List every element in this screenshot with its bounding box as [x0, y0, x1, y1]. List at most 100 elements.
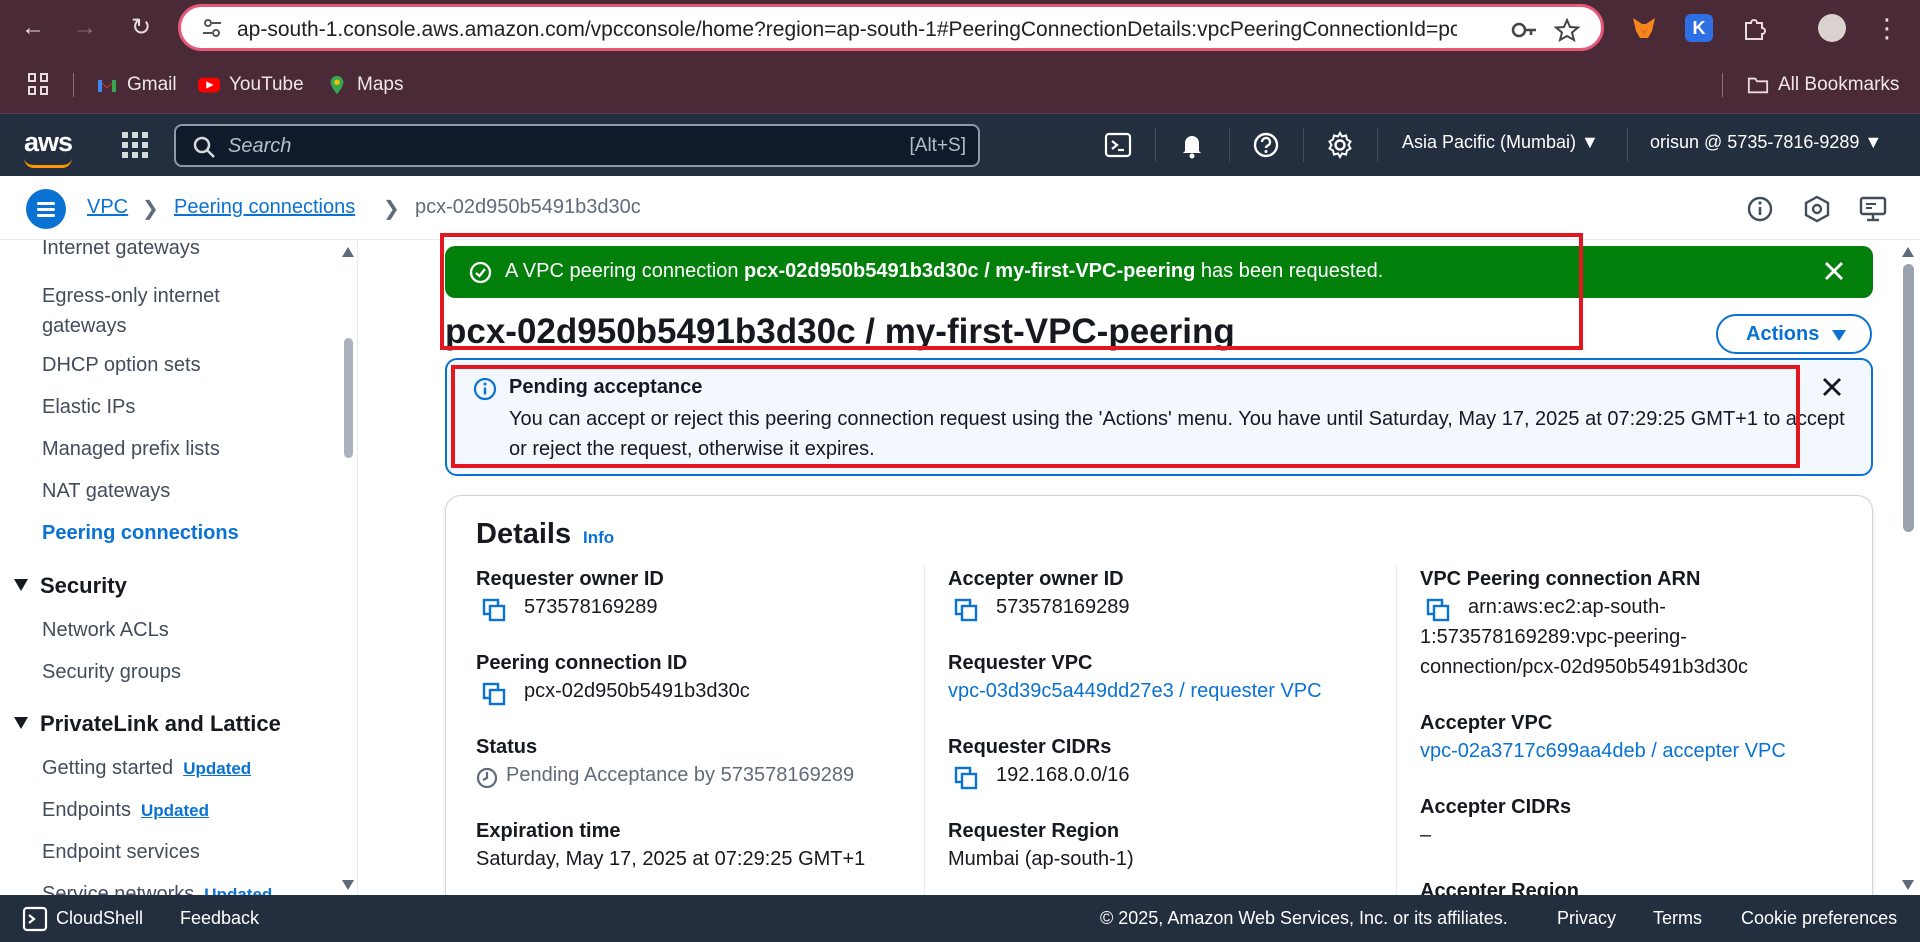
all-bookmarks[interactable]: All Bookmarks: [1747, 71, 1899, 99]
youtube-icon: [198, 77, 220, 93]
details-heading: Details: [476, 518, 572, 550]
chevron-right-icon: ❯: [383, 198, 400, 220]
expiration-time-label: Expiration time: [476, 820, 621, 842]
copy-icon[interactable]: [954, 766, 978, 790]
requester-vpc-link[interactable]: vpc-03d39c5a449dd27e3 / requester VPC: [948, 676, 1322, 706]
profile-avatar[interactable]: [1818, 14, 1846, 42]
updated-badge[interactable]: Updated: [141, 801, 209, 820]
side-nav-toggle-icon[interactable]: [26, 189, 66, 229]
sidebar-item-managed-prefix-lists[interactable]: Managed prefix lists: [42, 434, 220, 464]
sidebar-scrollbar[interactable]: [344, 338, 353, 458]
sidebar-item-egress-only-internet-gateways[interactable]: Egress-only internet gateways: [42, 281, 292, 341]
page-scroll-down-icon[interactable]: [1902, 880, 1914, 890]
search-box[interactable]: [Alt+S]: [174, 124, 980, 167]
page-scrollbar[interactable]: [1903, 264, 1914, 532]
requester-owner-id-value: 573578169289: [524, 596, 658, 618]
accepter-vpc-label: Accepter VPC: [1420, 712, 1553, 734]
all-bookmarks-label: All Bookmarks: [1778, 74, 1900, 95]
sidebar-item-endpoints[interactable]: Endpoints Updated: [42, 795, 209, 826]
sidebar-section-security[interactable]: Security: [14, 573, 127, 599]
actions-button[interactable]: Actions: [1716, 314, 1872, 354]
sidebar-scroll-up-icon[interactable]: [342, 247, 354, 257]
sidebar-item-dhcp-option-sets[interactable]: DHCP option sets: [42, 350, 201, 380]
info-panel-icon[interactable]: [1745, 194, 1775, 224]
sidebar-item-nat-gateways[interactable]: NAT gateways: [42, 476, 170, 506]
browser-menu-icon[interactable]: ⋮: [1872, 13, 1902, 43]
sidebar-item-network-acls[interactable]: Network ACLs: [42, 615, 169, 645]
aws-smile-icon: [24, 158, 72, 168]
copy-icon[interactable]: [1426, 598, 1450, 622]
monitor-feedback-icon[interactable]: [1858, 194, 1888, 224]
sidebar-item-security-groups[interactable]: Security groups: [42, 657, 181, 687]
footer-cookie-preferences[interactable]: Cookie preferences: [1741, 908, 1897, 929]
apps-grid-icon[interactable]: [28, 73, 50, 95]
footer-feedback[interactable]: Feedback: [180, 908, 259, 929]
bookmark-star-icon[interactable]: [1554, 18, 1580, 42]
sidebar-item-internet-gateways[interactable]: Internet gateways: [42, 240, 200, 263]
sidebar-item-peering-connections[interactable]: Peering connections: [42, 518, 239, 548]
nav-divider: [1377, 128, 1378, 162]
footer-terms[interactable]: Terms: [1653, 908, 1702, 929]
caret-down-icon: [14, 717, 28, 729]
site-info-icon[interactable]: [201, 17, 223, 39]
back-icon[interactable]: ←: [18, 13, 48, 43]
updated-badge[interactable]: Updated: [183, 759, 251, 778]
address-bar[interactable]: ap-south-1.console.aws.amazon.com/vpccon…: [178, 4, 1604, 51]
password-key-icon[interactable]: [1511, 18, 1537, 42]
close-icon[interactable]: [1821, 376, 1843, 398]
chevron-right-icon: ❯: [142, 198, 159, 220]
security-shield-icon[interactable]: [1802, 194, 1832, 224]
close-icon[interactable]: [1823, 260, 1845, 282]
aws-logo[interactable]: aws: [24, 127, 73, 168]
footer-privacy[interactable]: Privacy: [1557, 908, 1616, 929]
help-icon[interactable]: [1251, 130, 1281, 160]
details-info-link[interactable]: Info: [583, 528, 614, 548]
forward-icon[interactable]: →: [70, 13, 100, 43]
updated-badge[interactable]: Updated: [204, 885, 272, 895]
bookmark-maps[interactable]: Maps: [326, 71, 403, 99]
extensions-puzzle-icon[interactable]: [1740, 14, 1768, 42]
settings-gear-icon[interactable]: [1325, 130, 1355, 160]
reload-icon[interactable]: ↻: [126, 13, 156, 43]
sidebar-item-service-networks[interactable]: Service networks Updated: [42, 879, 272, 895]
sidebar-item-elastic-ips[interactable]: Elastic IPs: [42, 392, 135, 422]
sidebar-scroll-down-icon[interactable]: [342, 880, 354, 890]
page-scroll-up-icon[interactable]: [1902, 247, 1914, 257]
footer-copyright: © 2025, Amazon Web Services, Inc. or its…: [1100, 908, 1508, 928]
copy-icon[interactable]: [482, 682, 506, 706]
bookmark-gmail[interactable]: Gmail: [96, 71, 177, 99]
metamask-extension-icon[interactable]: [1630, 14, 1658, 42]
status-badge: Pending Acceptance by 573578169289: [506, 764, 855, 786]
nav-divider: [1627, 128, 1628, 162]
sidebar-item-endpoint-services[interactable]: Endpoint services: [42, 837, 200, 867]
breadcrumb-vpc[interactable]: VPC: [87, 196, 128, 219]
aws-top-navigation: aws [Alt+S] Asia Pacific (Mumbai) ▼: [0, 114, 1920, 176]
accepter-owner-id-value: 573578169289: [996, 596, 1130, 618]
bookmark-youtube[interactable]: YouTube: [198, 71, 304, 99]
search-input[interactable]: [228, 133, 828, 159]
account-menu[interactable]: orisun @ 5735-7816-9289 ▼: [1650, 132, 1882, 153]
footer-cloudshell[interactable]: CloudShell: [56, 908, 143, 929]
copy-icon[interactable]: [482, 598, 506, 622]
bookmark-label: Gmail: [127, 74, 177, 95]
sidebar-item-getting-started[interactable]: Getting started Updated: [42, 753, 251, 784]
notifications-bell-icon[interactable]: [1177, 130, 1207, 160]
page-title: pcx-02d950b5491b3d30c / my-first-VPC-pee…: [445, 312, 1235, 351]
breadcrumb-peering-connections[interactable]: Peering connections: [174, 196, 355, 219]
requester-owner-id-label: Requester owner ID: [476, 568, 664, 590]
breadcrumb: VPC ❯ Peering connections ❯ pcx-02d950b5…: [0, 176, 1920, 240]
cloudshell-icon[interactable]: [22, 906, 48, 932]
peering-arn-line-1: arn:aws:ec2:ap-south-: [1468, 596, 1666, 618]
url-text[interactable]: ap-south-1.console.aws.amazon.com/vpccon…: [237, 18, 1457, 42]
nav-divider: [1155, 128, 1156, 162]
search-shortcut: [Alt+S]: [909, 135, 967, 156]
sidebar-section-privatelink[interactable]: PrivateLink and Lattice: [14, 711, 281, 737]
requester-cidrs-value: 192.168.0.0/16: [996, 764, 1130, 786]
column-divider: [1396, 564, 1397, 914]
region-selector[interactable]: Asia Pacific (Mumbai) ▼: [1402, 132, 1599, 153]
cloudshell-icon[interactable]: [1103, 130, 1133, 160]
accepter-vpc-link[interactable]: vpc-02a3717c699aa4deb / accepter VPC: [1420, 736, 1786, 766]
k-extension-icon[interactable]: K: [1685, 14, 1713, 42]
copy-icon[interactable]: [954, 598, 978, 622]
services-menu-icon[interactable]: [122, 132, 148, 158]
